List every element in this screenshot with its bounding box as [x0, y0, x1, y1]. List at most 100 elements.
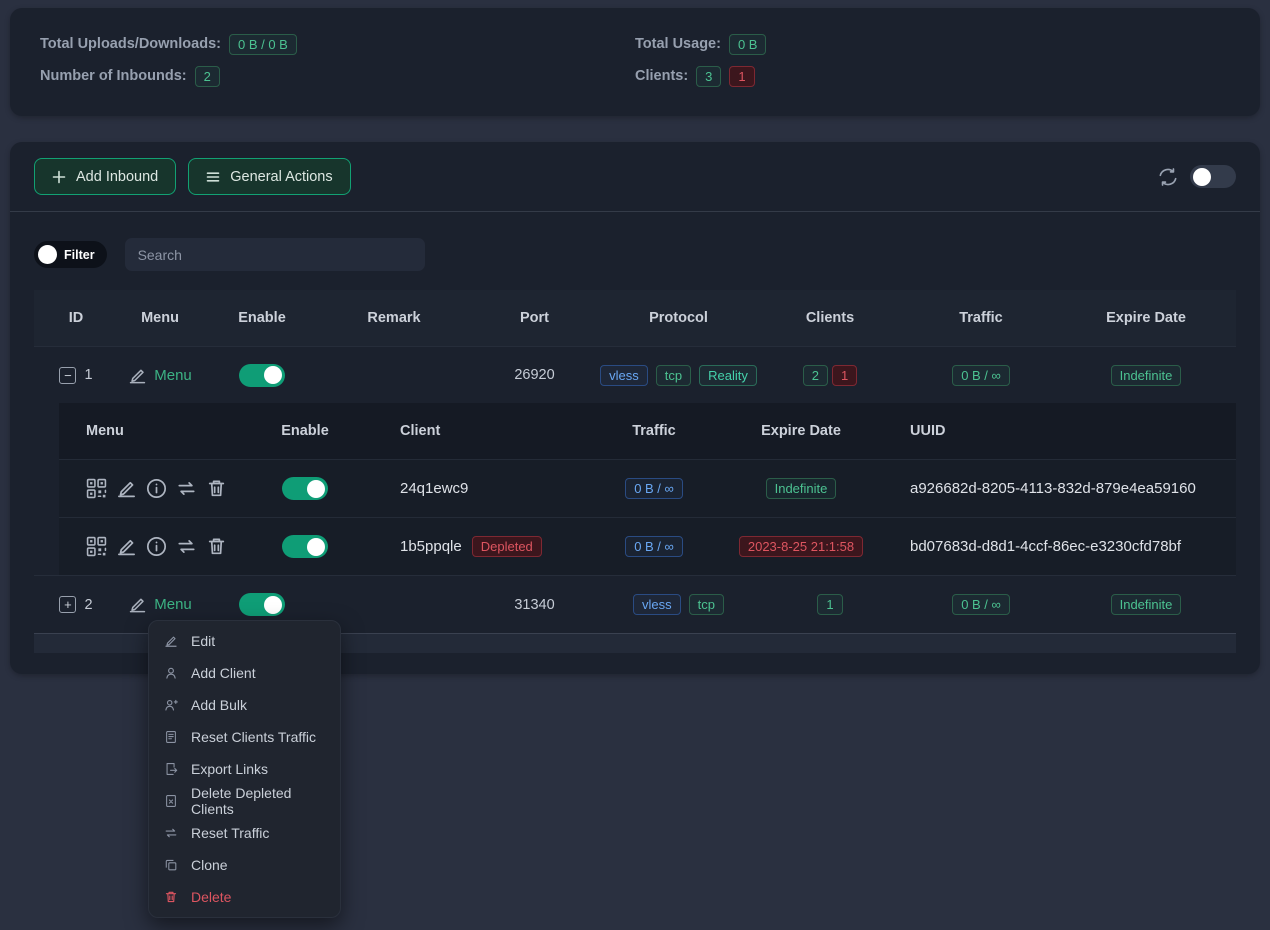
inbound-context-menu: Edit Add Client Add Bulk Reset Clients T…: [148, 620, 341, 918]
client-name-text: 1b5ppqle: [400, 538, 462, 555]
menu-bars-icon: [206, 170, 220, 184]
clients-active-badge: 2: [803, 365, 828, 386]
clients-depleted-badge: 1: [729, 66, 754, 87]
menu-item-clone[interactable]: Clone: [149, 849, 340, 881]
menu-item-label: Add Client: [191, 665, 256, 681]
clients-header-row: Menu Enable Client Traffic Expire Date U…: [59, 403, 1236, 459]
client-name: 1b5ppqle Depleted: [400, 536, 542, 557]
add-inbound-button[interactable]: Add Inbound: [34, 158, 176, 195]
menu-item-reset-clients-traffic[interactable]: Reset Clients Traffic: [149, 721, 340, 753]
file-x-icon: [164, 794, 178, 808]
header-port: Port: [466, 310, 603, 326]
reset-traffic-icon[interactable]: [176, 536, 197, 557]
inbound-id: 1: [84, 367, 92, 383]
client-row-1: 24q1ewc9 0 B / ∞ Indefinite a926682d-820…: [59, 459, 1236, 517]
expire-badge: 2023-8-25 21:1:58: [739, 536, 863, 557]
menu-item-reset-traffic[interactable]: Reset Traffic: [149, 817, 340, 849]
inbounds-table: ID Menu Enable Remark Port Protocol Clie…: [34, 290, 1236, 653]
menu-label: Menu: [154, 596, 192, 613]
edit-icon[interactable]: [116, 536, 137, 557]
cell-expire-date: Indefinite: [1056, 594, 1236, 615]
inbound-enable-toggle[interactable]: [239, 593, 285, 616]
menu-item-edit[interactable]: Edit: [149, 625, 340, 657]
header-traffic: Traffic: [589, 423, 719, 439]
uploads-downloads-badge: 0 B / 0 B: [229, 34, 297, 55]
header-expire-date: Expire Date: [1056, 310, 1236, 326]
inbound-enable-toggle[interactable]: [239, 364, 285, 387]
traffic-badge: 0 B / ∞: [952, 365, 1010, 386]
toolbar: Add Inbound General Actions: [10, 142, 1260, 212]
cell-menu: Menu: [118, 366, 202, 385]
cell-traffic: 0 B / ∞: [906, 365, 1056, 386]
edit-icon[interactable]: [116, 478, 137, 499]
header-protocol: Protocol: [603, 310, 754, 326]
stat-total-usage: Total Usage: 0 B: [635, 33, 1230, 55]
auto-refresh-toggle[interactable]: [1190, 165, 1236, 188]
client-row-2: 1b5ppqle Depleted 0 B / ∞ 2023-8-25 21:1…: [59, 517, 1236, 575]
header-id: ID: [34, 310, 118, 326]
loop-icon: [164, 826, 178, 840]
menu-item-delete[interactable]: Delete: [149, 881, 340, 913]
qr-code-icon[interactable]: [86, 478, 107, 499]
menu-item-delete-depleted-clients[interactable]: Delete Depleted Clients: [149, 785, 340, 817]
reset-traffic-icon[interactable]: [176, 478, 197, 499]
filter-toggle[interactable]: Filter: [34, 241, 107, 268]
expire-badge: Indefinite: [1111, 594, 1182, 615]
general-actions-button[interactable]: General Actions: [188, 158, 350, 195]
traffic-badge: 0 B / ∞: [952, 594, 1010, 615]
port-value: 31340: [514, 597, 554, 613]
collapse-row-button[interactable]: −: [59, 367, 76, 384]
refresh-icon[interactable]: [1158, 167, 1178, 187]
cell-expire-date: 2023-8-25 21:1:58: [719, 536, 883, 557]
clients-depleted-badge: 1: [832, 365, 857, 386]
info-icon[interactable]: [146, 536, 167, 557]
clients-active-badge: 3: [696, 66, 721, 87]
client-enable-toggle[interactable]: [282, 535, 328, 558]
menu-item-add-client[interactable]: Add Client: [149, 657, 340, 689]
header-client: Client: [371, 423, 589, 439]
search-input[interactable]: [125, 238, 425, 271]
expire-badge: Indefinite: [766, 478, 837, 499]
header-menu: Menu: [118, 310, 202, 326]
port-value: 26920: [514, 367, 554, 383]
menu-item-add-bulk[interactable]: Add Bulk: [149, 689, 340, 721]
inbound-menu-button[interactable]: Menu: [128, 595, 192, 614]
traffic-badge: 0 B / ∞: [625, 478, 683, 499]
cell-protocol: vless tcp Reality: [603, 365, 754, 386]
cell-enable: [202, 593, 322, 616]
header-traffic: Traffic: [906, 310, 1056, 326]
user-plus-icon: [164, 698, 178, 712]
file-sync-icon: [164, 730, 178, 744]
cell-clients: 1: [754, 594, 906, 615]
user-icon: [164, 666, 178, 680]
cell-traffic: 0 B / ∞: [589, 536, 719, 557]
edit-icon: [128, 595, 147, 614]
delete-icon[interactable]: [206, 536, 227, 557]
menu-item-label: Delete Depleted Clients: [191, 785, 325, 817]
expire-badge: Indefinite: [1111, 365, 1182, 386]
inbounds-page: Total Uploads/Downloads: 0 B / 0 B Total…: [0, 0, 1270, 930]
expand-row-button[interactable]: +: [59, 596, 76, 613]
toggle-knob: [264, 596, 282, 614]
cell-traffic: 0 B / ∞: [589, 478, 719, 499]
toggle-knob: [307, 480, 325, 498]
cell-enable: [239, 535, 371, 558]
client-uuid: a926682d-8205-4113-832d-879e4ea59160: [910, 480, 1196, 497]
delete-icon[interactable]: [206, 478, 227, 499]
clients-active-badge: 1: [817, 594, 842, 615]
menu-item-label: Delete: [191, 889, 231, 905]
stat-label: Clients:: [635, 68, 688, 84]
toggle-knob: [38, 245, 57, 264]
cell-menu: [59, 478, 239, 499]
add-inbound-label: Add Inbound: [76, 169, 158, 185]
qr-code-icon[interactable]: [86, 536, 107, 557]
menu-item-export-links[interactable]: Export Links: [149, 753, 340, 785]
inbound-menu-button[interactable]: Menu: [128, 366, 192, 385]
menu-item-label: Clone: [191, 857, 228, 873]
info-icon[interactable]: [146, 478, 167, 499]
cell-enable: [202, 364, 322, 387]
protocol-tag: tcp: [656, 365, 691, 386]
menu-item-label: Reset Traffic: [191, 825, 269, 841]
client-enable-toggle[interactable]: [282, 477, 328, 500]
stat-clients: Clients: 3 1: [635, 65, 1230, 87]
